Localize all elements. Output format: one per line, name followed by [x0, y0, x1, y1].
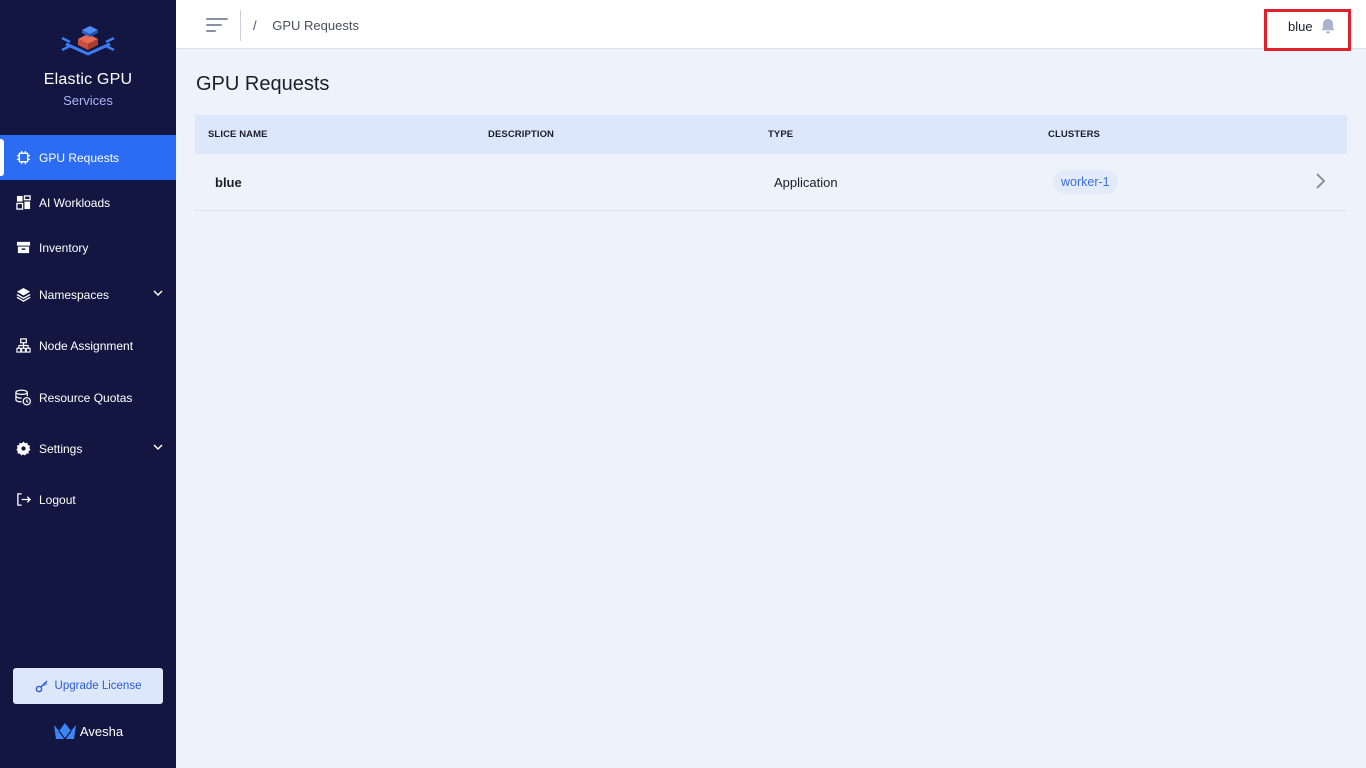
- avesha-logo: Avesha: [0, 722, 176, 740]
- sidebar-item-namespaces[interactable]: Namespaces: [0, 272, 176, 317]
- cell-slice-name: blue: [215, 175, 242, 190]
- sidebar-item-label: Inventory: [39, 240, 89, 255]
- sidebar-item-logout[interactable]: Logout: [0, 477, 176, 522]
- table-header: SLICE NAME DESCRIPTION TYPE CLUSTERS: [195, 115, 1347, 154]
- sidebar: Elastic GPU Services GPU Requests AI Wor…: [0, 0, 176, 768]
- topbar-divider: [240, 10, 241, 41]
- elastic-gpu-logo: [61, 26, 115, 56]
- gear-icon: [15, 441, 31, 457]
- layers-icon: [15, 287, 31, 303]
- topbar: / GPU Requests blue: [176, 0, 1366, 51]
- sidebar-item-settings[interactable]: Settings: [0, 426, 176, 471]
- key-icon: [35, 680, 48, 693]
- user-notification-area[interactable]: blue: [1264, 9, 1351, 51]
- table-row[interactable]: blue Application worker-1: [195, 154, 1347, 211]
- brand-subtitle: Services: [63, 93, 113, 108]
- column-header-type: TYPE: [768, 129, 794, 140]
- menu-toggle-icon[interactable]: [206, 16, 228, 34]
- sidebar-item-label: Settings: [39, 441, 83, 456]
- avesha-crown-icon: [53, 723, 76, 740]
- avesha-wordmark: Avesha: [79, 723, 124, 739]
- dashboard-icon: [15, 195, 31, 211]
- sidebar-item-label: Namespaces: [39, 287, 110, 302]
- column-header-slice-name: SLICE NAME: [208, 129, 268, 140]
- sidebar-item-gpu-requests[interactable]: GPU Requests: [0, 135, 176, 180]
- sidebar-item-label: AI Workloads: [39, 195, 111, 210]
- logout-icon: [15, 492, 31, 508]
- bell-icon[interactable]: [1319, 17, 1337, 35]
- chevron-down-icon[interactable]: [153, 288, 163, 298]
- sidebar-item-inventory[interactable]: Inventory: [0, 225, 176, 270]
- sidebar-item-label: Logout: [39, 492, 76, 507]
- column-header-description: DESCRIPTION: [488, 129, 555, 140]
- chip-icon: [15, 150, 31, 166]
- breadcrumb-separator: /: [253, 18, 257, 33]
- page-title: GPU Requests: [196, 73, 330, 95]
- sidebar-item-node-assignment[interactable]: Node Assignment: [0, 323, 176, 368]
- gpu-requests-table: SLICE NAME DESCRIPTION TYPE CLUSTERS blu…: [195, 115, 1347, 211]
- upgrade-license-label: Upgrade License: [54, 680, 142, 692]
- cell-type: Application: [774, 175, 838, 190]
- chevron-right-icon[interactable]: [1314, 171, 1328, 191]
- archive-icon: [15, 240, 31, 256]
- brand[interactable]: Elastic GPU Services: [0, 24, 176, 108]
- breadcrumb: / GPU Requests: [253, 18, 359, 33]
- brand-title: Elastic GPU: [43, 71, 133, 88]
- sitemap-icon: [15, 338, 31, 354]
- breadcrumb-current: GPU Requests: [272, 18, 359, 33]
- upgrade-license-button[interactable]: Upgrade License: [13, 668, 163, 704]
- user-name[interactable]: blue: [1288, 19, 1313, 34]
- chevron-down-icon[interactable]: [153, 442, 163, 452]
- cluster-chip: worker-1: [1053, 170, 1118, 194]
- sidebar-item-label: Node Assignment: [39, 338, 134, 353]
- sidebar-item-label: Resource Quotas: [39, 390, 133, 405]
- column-header-clusters: CLUSTERS: [1048, 129, 1100, 140]
- database-clock-icon: [15, 389, 31, 406]
- sidebar-item-label: GPU Requests: [39, 150, 120, 165]
- sidebar-item-resource-quotas[interactable]: Resource Quotas: [0, 375, 176, 420]
- sidebar-item-ai-workloads[interactable]: AI Workloads: [0, 180, 176, 225]
